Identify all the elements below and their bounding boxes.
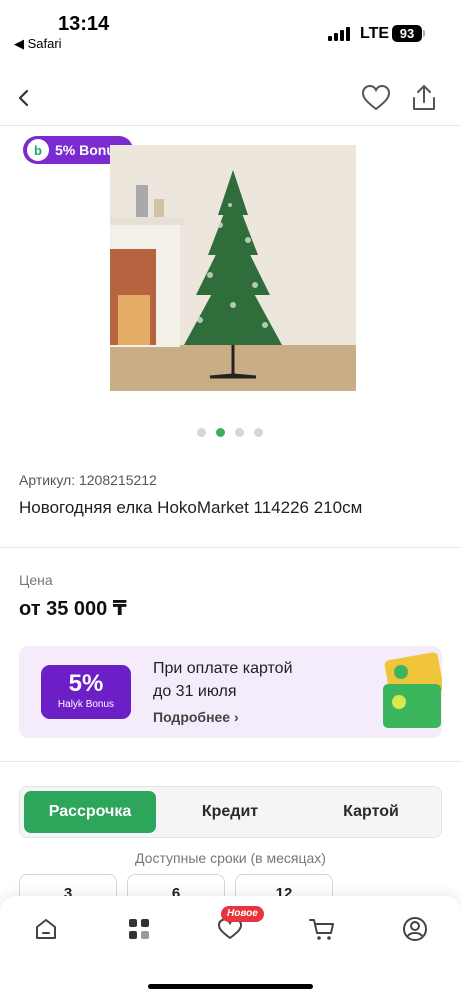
image-carousel-dots[interactable] — [197, 428, 263, 437]
halyk-promo-text-line2: до 31 июля — [153, 683, 237, 700]
network-type: LTE — [360, 25, 390, 42]
product-price: от 35 000 ₸ — [19, 598, 127, 620]
christmas-tree-photo — [110, 145, 356, 391]
cart-icon — [309, 919, 334, 940]
catalog-icon — [129, 919, 149, 939]
tab-card[interactable]: Картой — [305, 791, 437, 833]
carousel-dot-active[interactable] — [216, 428, 225, 437]
signal-icon — [328, 27, 352, 41]
halyk-bonus-badge: 5% Halyk Bonus — [41, 665, 131, 719]
back-button[interactable] — [8, 82, 40, 114]
battery-tip — [423, 30, 425, 37]
halyk-bonus-percent: 5% — [68, 670, 104, 697]
bonus-logo-icon: b — [27, 139, 49, 161]
halyk-bonus-label: Halyk Bonus — [57, 699, 115, 710]
tab-installment[interactable]: Рассрочка — [24, 791, 156, 833]
available-terms-label: Доступные сроки (в месяцах) — [135, 850, 326, 866]
product-sku: Артикул: 1208215212 — [19, 472, 157, 488]
tab-profile[interactable] — [400, 914, 430, 944]
tab-home[interactable] — [31, 914, 61, 944]
bank-cards-icon — [383, 652, 442, 728]
home-indicator — [148, 984, 313, 989]
top-nav — [0, 70, 461, 126]
carousel-dot[interactable] — [235, 428, 244, 437]
halyk-bonus-banner[interactable]: 5% Halyk Bonus При оплате картой до 31 и… — [19, 646, 442, 738]
profile-icon — [403, 917, 427, 941]
share-icon — [413, 85, 435, 110]
carousel-dot[interactable] — [197, 428, 206, 437]
product-title: Новогодняя елка HokoMarket 114226 210см — [19, 498, 363, 517]
tab-catalog[interactable] — [124, 914, 154, 944]
favorite-button[interactable] — [360, 82, 392, 114]
new-badge: Новое — [221, 906, 264, 922]
divider — [0, 547, 461, 548]
tab-cart[interactable] — [307, 914, 337, 944]
tab-credit[interactable]: Кредит — [164, 791, 296, 833]
carousel-dot[interactable] — [254, 428, 263, 437]
home-icon — [36, 919, 56, 939]
halyk-promo-text-line1: При оплате картой — [153, 660, 293, 677]
status-bar: 13:14 ◀ Safari LTE 93 — [0, 0, 461, 58]
product-image[interactable] — [110, 145, 356, 391]
divider — [0, 761, 461, 762]
payment-method-tabs: Рассрочка Кредит Картой — [19, 786, 442, 838]
battery-icon: 93 — [392, 25, 422, 42]
chevron-left-icon — [18, 89, 29, 107]
back-to-safari-link[interactable]: ◀ Safari — [14, 36, 62, 52]
share-button[interactable] — [408, 82, 440, 114]
price-label: Цена — [19, 572, 53, 588]
halyk-more-link[interactable]: Подробнее › — [153, 709, 239, 725]
clock: 13:14 — [58, 13, 110, 35]
heart-icon — [361, 84, 391, 111]
